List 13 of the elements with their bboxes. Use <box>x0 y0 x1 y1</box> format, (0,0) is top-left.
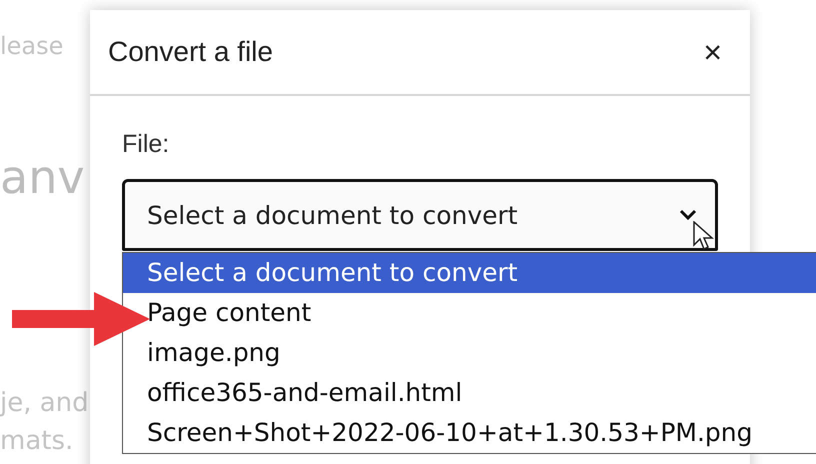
cursor-icon <box>693 221 715 251</box>
dropdown-option[interactable]: Select a document to convert <box>123 253 816 293</box>
dropdown-option[interactable]: office365-and-email.html <box>123 373 816 413</box>
chevron-icon <box>679 209 697 221</box>
dropdown-option[interactable]: Screen+Shot+2022-06-10+at+1.30.53+PM.png <box>123 413 816 453</box>
page-text: mats. <box>0 426 74 456</box>
dialog-title: Convert a file <box>108 36 273 68</box>
document-select[interactable]: Select a document to convert <box>122 179 718 251</box>
dropdown-option[interactable]: image.png <box>123 333 816 373</box>
close-button[interactable]: × <box>693 34 732 70</box>
page-text: lease <box>0 32 64 60</box>
field-label: File: <box>122 130 170 159</box>
page-text: anv <box>0 150 85 204</box>
